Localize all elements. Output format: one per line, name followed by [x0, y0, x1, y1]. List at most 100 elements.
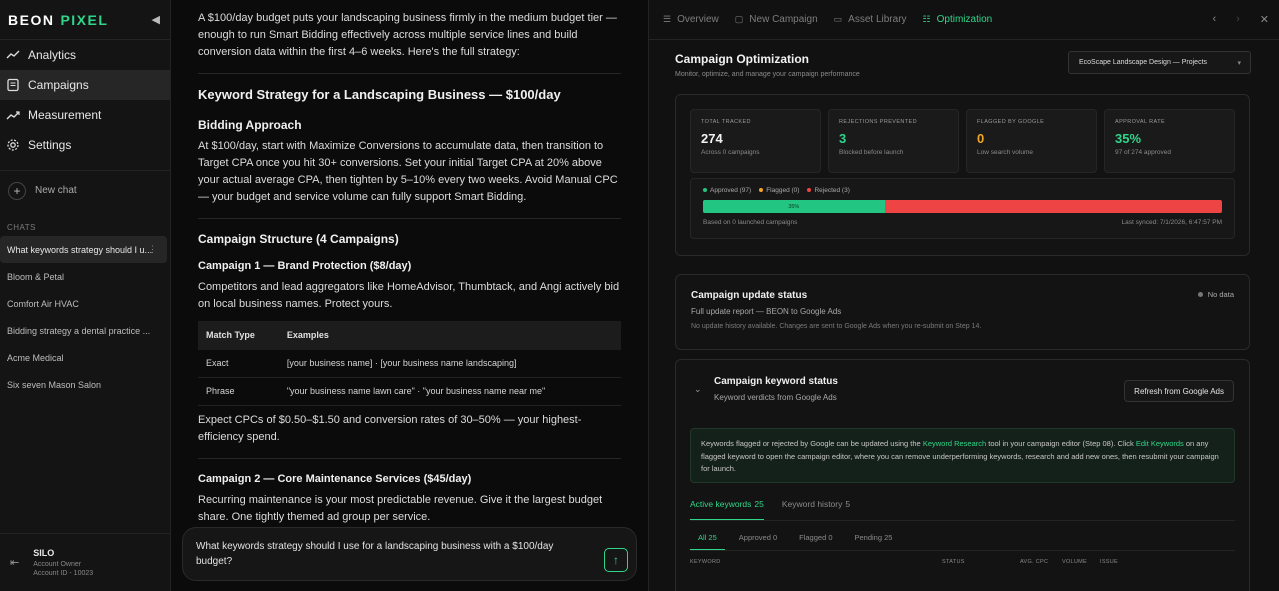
- metric-sub: Blocked before launch: [839, 149, 904, 156]
- filter-flagged[interactable]: Flagged 0: [791, 529, 840, 550]
- info-text: tool in your campaign editor (Step 08). …: [986, 439, 1136, 448]
- divider: [198, 218, 621, 219]
- chat-item[interactable]: Comfort Air HVAC: [0, 290, 170, 317]
- more-options-icon[interactable]: ⋮: [148, 244, 157, 255]
- keyword-info-notice: Keywords flagged or rejected by Google c…: [690, 428, 1235, 483]
- doc-icon: ▢: [734, 14, 744, 24]
- legend-flagged: Flagged (0): [759, 187, 799, 194]
- update-status-card: Campaign update status Full update repor…: [675, 274, 1250, 350]
- bidding-heading: Bidding Approach: [198, 118, 302, 132]
- tab-count: 5: [845, 499, 851, 509]
- chevron-right-icon[interactable]: ›: [1236, 13, 1240, 26]
- chevron-left-icon[interactable]: ‹: [1212, 13, 1216, 26]
- metric-card-total: TOTAL TRACKED 274 Across 0 campaigns: [690, 109, 821, 173]
- bidding-text: At $100/day, start with Maximize Convers…: [198, 140, 618, 203]
- metric-label: APPROVAL RATE: [1115, 119, 1166, 125]
- campaign1-heading: Campaign 1 — Brand Protection ($8/day): [198, 260, 412, 272]
- tab-optimization[interactable]: ☷ Optimization: [923, 14, 993, 25]
- legend-label: Rejected (3): [814, 187, 850, 194]
- keyword-status-card: ⌄ Campaign keyword status Keyword verdic…: [675, 359, 1250, 591]
- tab-overview[interactable]: ☰ Overview: [663, 14, 719, 25]
- metrics-panel: TOTAL TRACKED 274 Across 0 campaigns REJ…: [675, 94, 1250, 256]
- project-select-value: EcoScape Landscape Design — Projects: [1079, 59, 1208, 66]
- tab-keyword-history[interactable]: Keyword history 5: [782, 497, 850, 520]
- legend-rejected: Rejected (3): [807, 187, 850, 194]
- tab-label: Optimization: [936, 14, 993, 25]
- status-badge-label: No data: [1207, 290, 1234, 299]
- nav-item-analytics[interactable]: Analytics: [0, 40, 170, 70]
- approval-bar-label: 35%: [788, 203, 800, 210]
- sliders-icon: ☷: [922, 14, 931, 24]
- update-status-subtitle: Full update report — BEON to Google Ads: [691, 307, 842, 316]
- legend-label: Flagged (0): [766, 187, 800, 194]
- legend-label: Approved (97): [710, 187, 752, 194]
- tab-new-campaign[interactable]: ▢ New Campaign: [735, 14, 818, 25]
- chat-item-label: Bidding strategy a dental practice ...: [7, 325, 151, 336]
- tab-label: Keyword history: [781, 499, 843, 509]
- refresh-button[interactable]: Refresh from Google Ads: [1124, 380, 1234, 402]
- table-cell: "your business name lawn care" · "your b…: [278, 377, 621, 406]
- brand-logo: BEON PIXEL ◀: [0, 0, 170, 40]
- chat-item[interactable]: Acme Medical: [0, 344, 170, 371]
- chat-item[interactable]: What keywords strategy should I u... ⋮: [0, 236, 167, 263]
- approval-footer: Based on 0 launched campaigns Last synce…: [703, 219, 1222, 226]
- main-nav: Analytics Campaigns Measurement Settings: [0, 40, 170, 160]
- nav-item-campaigns[interactable]: Campaigns: [0, 70, 170, 100]
- chat-item[interactable]: Bloom & Petal: [0, 263, 170, 290]
- keyword-tabs: Active keywords 25 Keyword history 5: [690, 497, 1235, 521]
- filter-all[interactable]: All 25: [690, 529, 725, 550]
- user-account: ⇤ SILO Account Owner Account ID - 10023: [0, 533, 170, 591]
- metric-card-approval: APPROVAL RATE 35% 97 of 274 approved: [1104, 109, 1235, 173]
- chat-item-label: Acme Medical: [7, 352, 64, 363]
- new-chat-button[interactable]: + New chat: [0, 170, 170, 210]
- match-type-table: Match Type Examples Exact [your business…: [198, 321, 621, 406]
- logout-icon[interactable]: ⇤: [10, 556, 19, 569]
- metric-value: 274: [701, 131, 723, 146]
- approval-bar-fill: 35%: [703, 200, 885, 213]
- account-id: Account ID - 10023: [33, 570, 94, 577]
- metric-value: 3: [839, 131, 847, 146]
- nav-item-settings[interactable]: Settings: [0, 130, 170, 160]
- chats-section-label: CHATS: [7, 223, 37, 232]
- structure-heading: Campaign Structure (4 Campaigns): [198, 232, 399, 246]
- keyword-research-link[interactable]: Keyword Research: [923, 439, 986, 448]
- tab-active-keywords[interactable]: Active keywords 25: [690, 497, 764, 520]
- nav-label: Settings: [28, 138, 72, 152]
- divider: [198, 458, 621, 459]
- metric-label: FLAGGED BY GOOGLE: [977, 119, 1045, 125]
- chat-input[interactable]: What keywords strategy should I use for …: [182, 527, 637, 581]
- metric-label: REJECTIONS PREVENTED: [839, 119, 917, 125]
- column-header: AVG. CPC: [1020, 559, 1049, 565]
- table-cell: Phrase: [198, 377, 279, 406]
- tab-controls: ‹ › ✕: [1212, 13, 1269, 26]
- collapse-sidebar-icon[interactable]: ◀: [152, 13, 160, 26]
- chat-item-label: Comfort Air HVAC: [7, 298, 79, 309]
- chat-item[interactable]: Six seven Mason Salon: [0, 371, 170, 398]
- send-button[interactable]: ↑: [604, 548, 628, 572]
- metric-value: 35%: [1115, 131, 1142, 146]
- filter-approved[interactable]: Approved 0: [731, 529, 785, 550]
- tab-asset-library[interactable]: ▭ Asset Library: [834, 14, 907, 25]
- campaign1-text: Competitors and lead aggregators like Ho…: [198, 281, 620, 310]
- chat-item[interactable]: Bidding strategy a dental practice ...: [0, 317, 170, 344]
- chat-item-label: What keywords strategy should I u...: [7, 244, 153, 255]
- campaign1-after-text: Expect CPCs of $0.50–$1.50 and conversio…: [198, 414, 582, 443]
- nav-label: Measurement: [28, 108, 102, 122]
- info-text: Keywords flagged or rejected by Google c…: [701, 439, 923, 448]
- dot-icon: [759, 188, 764, 193]
- table-cell: Exact: [198, 350, 279, 378]
- metric-sub: Across 0 campaigns: [701, 149, 760, 156]
- close-icon[interactable]: ✕: [1260, 13, 1269, 26]
- metric-card-rejections: REJECTIONS PREVENTED 3 Blocked before la…: [828, 109, 959, 173]
- keyword-status-header[interactable]: ⌄ Campaign keyword status Keyword verdic…: [676, 360, 1249, 402]
- metric-label: TOTAL TRACKED: [701, 119, 751, 125]
- optimization-panel: ☰ Overview ▢ New Campaign ▭ Asset Library ☷…: [649, 0, 1279, 591]
- chevron-down-icon[interactable]: ⌄: [694, 384, 702, 395]
- tab-label: Active keywords: [690, 499, 752, 509]
- edit-keywords-link[interactable]: Edit Keywords: [1136, 439, 1184, 448]
- project-select[interactable]: EcoScape Landscape Design — Projects ▾: [1068, 51, 1251, 74]
- nav-item-measurement[interactable]: Measurement: [0, 100, 170, 130]
- approval-legend: Approved (97) Flagged (0) Rejected (3): [703, 187, 1222, 194]
- dot-icon: [807, 188, 812, 193]
- filter-pending[interactable]: Pending 25: [847, 529, 901, 550]
